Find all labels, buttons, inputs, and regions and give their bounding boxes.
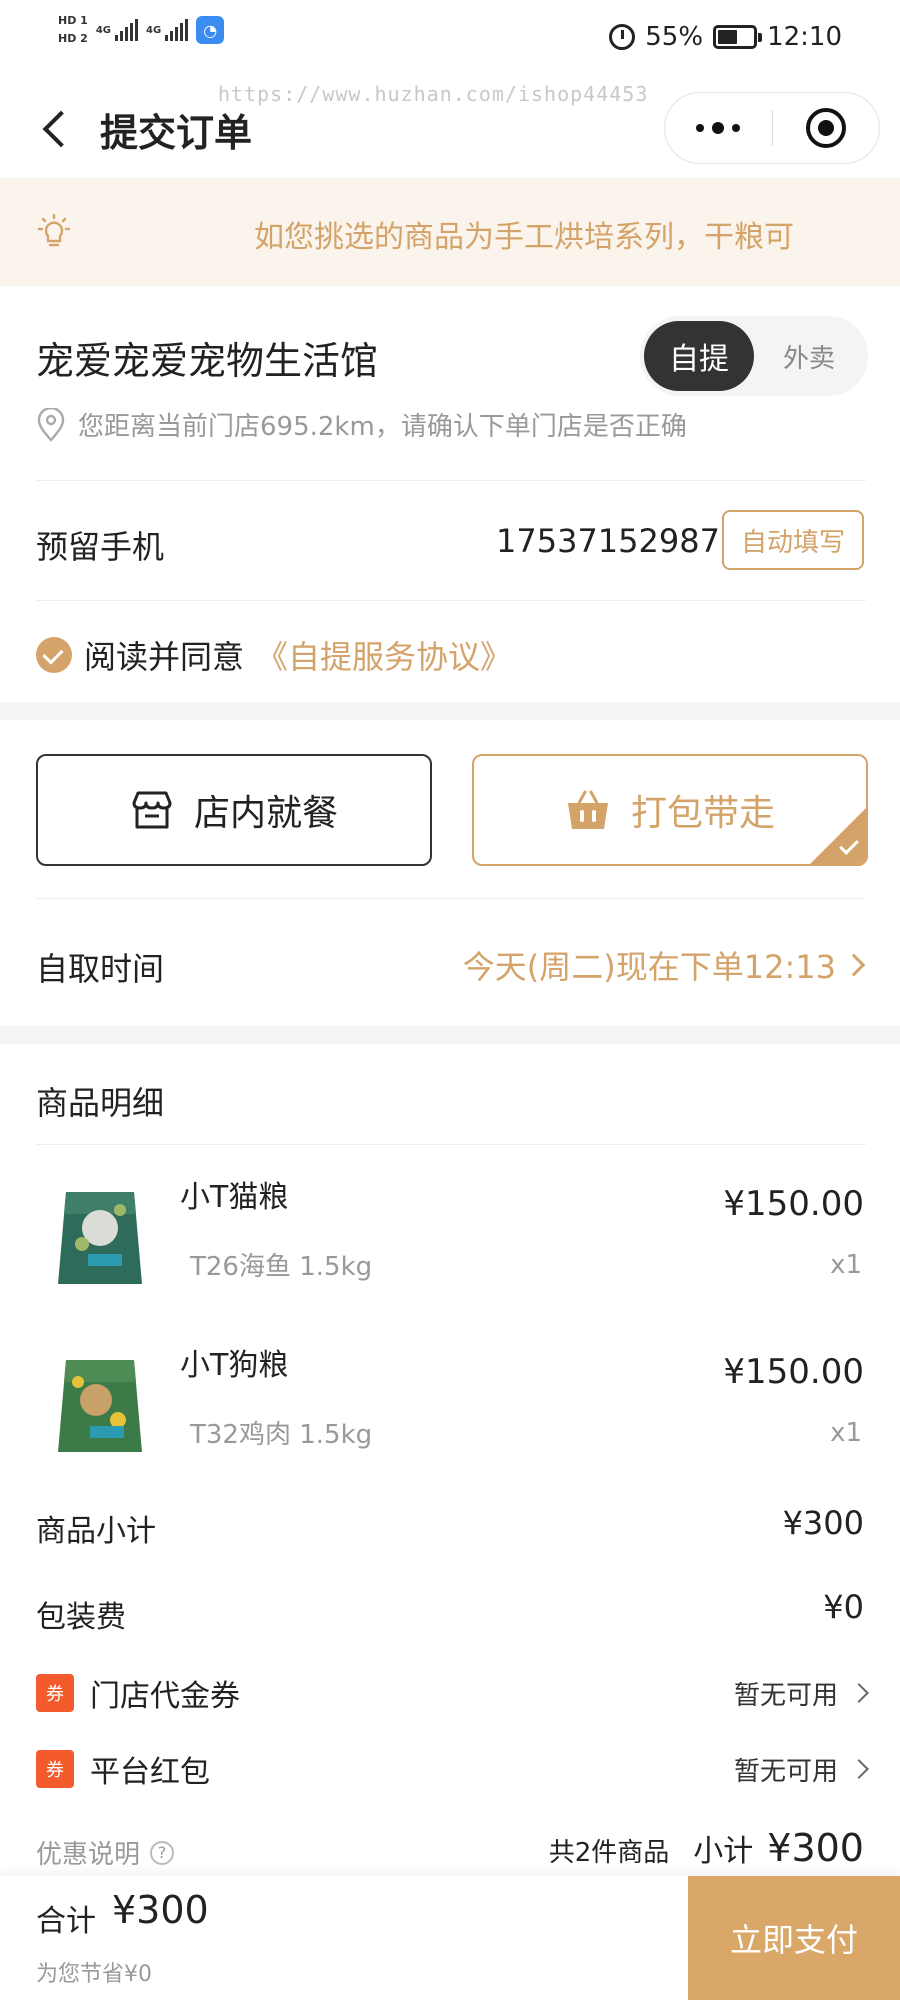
chevron-right-icon [849, 1759, 869, 1779]
section-gap [0, 1026, 900, 1044]
goods-section-title: 商品明细 [36, 1084, 165, 1122]
network-type-2: 4G [146, 24, 162, 36]
sim1-label: HD 1 [58, 14, 88, 27]
agreement-link[interactable]: 《自提服务协议》 [256, 632, 512, 678]
list-item[interactable]: 小T狗粮 T32鸡肉 1.5kg ¥150.00 x1 [0, 1340, 900, 1500]
alarm-icon [609, 24, 636, 50]
battery-icon [713, 25, 763, 49]
network-type-1: 4G [95, 24, 111, 36]
distance-note: 您距离当前门店695.2km，请确认下单门店是否正确 [78, 412, 687, 442]
order-summary: 共2件商品 小计 ¥300 [549, 1826, 864, 1870]
sim2-label: HD 2 [58, 32, 88, 45]
agree-checkbox[interactable] [36, 637, 72, 673]
page-title: 提交订单 [100, 111, 253, 155]
product-price: ¥150.00 [723, 1352, 864, 1392]
checkout-bar: 合计 ¥300 为您节省¥0 立即支付 [0, 1876, 900, 2000]
signal-1-icon: 4G [96, 19, 138, 41]
coupon-name: 平台红包 [90, 1755, 210, 1790]
product-image [58, 1360, 142, 1452]
store-name: 宠爱宠爱宠物生活馆 [36, 339, 379, 383]
target-icon [805, 108, 846, 148]
notification-app-icon: ◔ [196, 16, 225, 44]
location-pin-icon [37, 407, 65, 442]
delivery-mode-toggle: 自提 外卖 [640, 316, 868, 396]
coupon-status-text: 暂无可用 [733, 1756, 838, 1787]
coupon-status-text: 暂无可用 [733, 1680, 838, 1711]
savings-note: 为您节省¥0 [36, 1962, 152, 1987]
mode-delivery-tab[interactable]: 外卖 [754, 321, 864, 391]
total-amount: ¥300 [112, 1888, 209, 1932]
product-price: ¥150.00 [723, 1184, 864, 1224]
coupon-tag-icon: 券 [36, 1750, 74, 1788]
more-options-button[interactable] [665, 93, 772, 163]
product-quantity: x1 [830, 1418, 862, 1448]
promo-label: 优惠说明 [36, 1840, 141, 1870]
status-left: HD 1 HD 2 4G 4G ◔ [58, 14, 225, 46]
product-spec: T32鸡肉 1.5kg [190, 1420, 373, 1450]
store-icon [132, 791, 172, 829]
take-away-label: 打包带走 [630, 793, 775, 834]
notice-banner: 如您挑选的商品为手工烘培系列，干粮可 [0, 178, 900, 286]
total-label: 合计 [36, 1904, 96, 1939]
coupon-tag-icon: 券 [36, 1674, 74, 1712]
take-away-button[interactable]: 打包带走 [472, 754, 868, 866]
pickup-time-value: 今天(周二)现在下单12:13 [462, 948, 836, 986]
agreement-row: 阅读并同意 《自提服务协议》 [36, 632, 512, 678]
status-right: 55% 12:10 [609, 22, 842, 52]
item-count: 共2件商品 [548, 1838, 670, 1868]
help-icon[interactable]: ? [150, 1840, 175, 1865]
pay-now-button[interactable]: 立即支付 [688, 1876, 900, 2000]
notice-text: 如您挑选的商品为手工烘培系列，干粮可 [254, 220, 794, 255]
coupon-status: 暂无可用 [733, 1675, 869, 1712]
subtotal-label: 商品小计 [36, 1514, 156, 1549]
product-quantity: x1 [830, 1250, 862, 1280]
list-item[interactable]: 小T猫粮 T26海鱼 1.5kg ¥150.00 x1 [0, 1172, 900, 1332]
distance-row: 您距离当前门店695.2km，请确认下单门店是否正确 [36, 406, 687, 443]
phone-label: 预留手机 [36, 528, 165, 566]
promo-info: 优惠说明 ? [36, 1834, 175, 1871]
divider [36, 480, 866, 481]
summary-subtotal-label: 小计 [693, 1834, 754, 1869]
coupon-name: 门店代金券 [90, 1679, 240, 1714]
packing-fee-value: ¥0 [823, 1588, 864, 1626]
section-gap [0, 702, 900, 720]
product-name: 小T猫粮 [180, 1180, 289, 1215]
divider [36, 1144, 866, 1145]
back-button[interactable] [38, 106, 78, 150]
autofill-button[interactable]: 自动填写 [722, 510, 864, 570]
signal-2-icon: 4G [146, 19, 189, 41]
dine-in-button[interactable]: 店内就餐 [36, 754, 432, 866]
product-name: 小T狗粮 [180, 1348, 289, 1383]
close-miniprogram-button[interactable] [772, 93, 879, 163]
product-spec: T26海鱼 1.5kg [190, 1252, 373, 1282]
sim-labels: HD 1 HD 2 [58, 14, 88, 46]
coupon-status: 暂无可用 [733, 1751, 869, 1788]
chevron-right-icon [849, 1683, 869, 1703]
mode-pickup-tab[interactable]: 自提 [644, 321, 754, 391]
battery-percent: 55% [645, 22, 704, 52]
subtotal-value: ¥300 [782, 1504, 864, 1542]
phone-value[interactable]: 17537152987 [496, 522, 720, 560]
pickup-time-selector[interactable]: 今天(周二)现在下单12:13 [462, 942, 866, 988]
agreement-prefix: 阅读并同意 [84, 638, 245, 676]
selected-corner [810, 808, 866, 864]
divider [36, 600, 866, 601]
clock: 12:10 [767, 22, 842, 52]
platform-redpacket-row[interactable]: 券 平台红包 暂无可用 [36, 1744, 869, 1794]
store-coupon-row[interactable]: 券 门店代金券 暂无可用 [36, 1668, 869, 1718]
miniprogram-capsule [664, 92, 880, 164]
pickup-time-label: 自取时间 [36, 950, 165, 988]
basket-icon [567, 790, 608, 829]
divider [36, 898, 866, 899]
product-image [58, 1192, 142, 1284]
summary-subtotal-amount: ¥300 [767, 1826, 864, 1870]
watermark: https://www.huzhan.com/ishop44453 [218, 82, 649, 106]
packing-fee-label: 包装费 [36, 1600, 126, 1635]
status-bar: HD 1 HD 2 4G 4G ◔ 55% 12:10 [0, 0, 900, 78]
chevron-right-icon [842, 953, 866, 977]
dine-in-label: 店内就餐 [193, 793, 338, 834]
lightbulb-icon [37, 214, 71, 247]
